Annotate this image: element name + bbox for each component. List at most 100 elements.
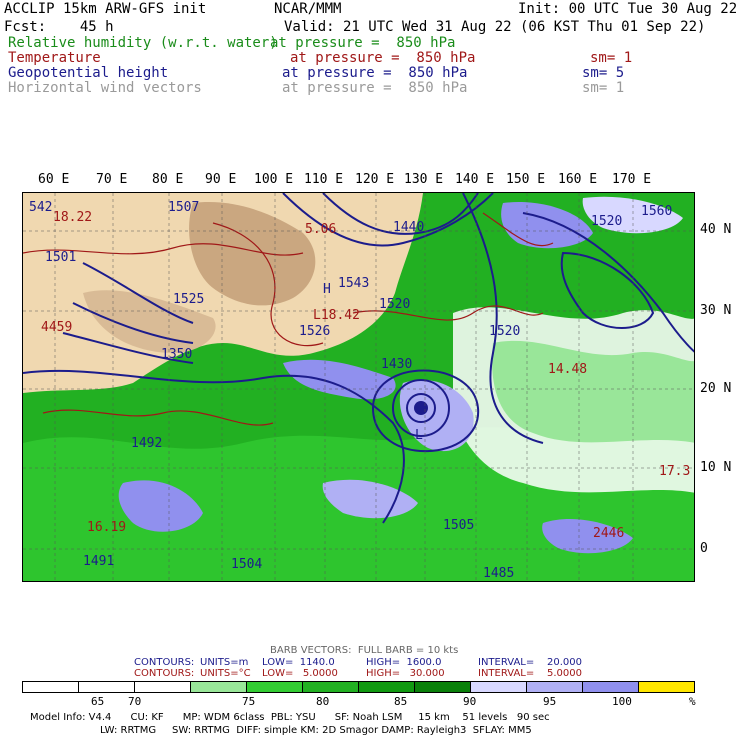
map-label-low: L	[415, 428, 423, 443]
lon-label-80e: 80 E	[152, 172, 184, 187]
contour-units-height: UNITS=m	[200, 657, 249, 668]
contour-high-temp: HIGH= 30.000	[366, 668, 445, 679]
lon-label-140e: 140 E	[455, 172, 495, 187]
field-temp-name: Temperature	[8, 50, 101, 66]
map-label: 5.06	[305, 222, 336, 237]
forecast-hour: Fcst: 45 h	[4, 19, 114, 35]
lat-label-20n: 20 N	[700, 381, 732, 396]
map-label: 1492	[131, 436, 162, 451]
field-temp-level: at pressure = 850 hPa	[290, 50, 476, 66]
colorbar-swatch	[415, 682, 471, 692]
map-label: 17.3	[659, 464, 690, 479]
field-temp-sm: sm= 1	[590, 50, 633, 66]
lon-label-120e: 120 E	[355, 172, 395, 187]
map-label: 1520	[591, 214, 622, 229]
map-label: 4459	[41, 320, 72, 335]
contour-high-height: HIGH= 1600.0	[366, 657, 442, 668]
valid-time: Valid: 21 UTC Wed 31 Aug 22 (06 KST Thu …	[284, 19, 706, 35]
field-height-name: Geopotential height	[8, 65, 169, 81]
contour-interval-temp: INTERVAL= 5.0000	[478, 668, 582, 679]
map-label: 1430	[381, 357, 412, 372]
map-label: 1440	[393, 220, 424, 235]
map-label: 18.22	[53, 210, 92, 225]
lat-label-10n: 10 N	[700, 460, 732, 475]
colorbar-swatch	[359, 682, 415, 692]
colorbar-swatch	[303, 682, 359, 692]
contour-units-temp: UNITS=°C	[200, 668, 251, 679]
lon-label-150e: 150 E	[506, 172, 546, 187]
init-time: Init: 00 UTC Tue 30 Aug 22	[518, 1, 738, 17]
map-label: 1526	[299, 324, 330, 339]
map-label: 16.19	[87, 520, 126, 535]
field-wind-name: Horizontal wind vectors	[8, 80, 202, 96]
model-title: ACCLIP 15km ARW-GFS init	[4, 1, 207, 17]
field-wind-level: at pressure = 850 hPa	[282, 80, 468, 96]
field-height-level: at pressure = 850 hPa	[282, 65, 468, 81]
colorbar-swatch	[471, 682, 527, 692]
lon-label-70e: 70 E	[96, 172, 128, 187]
map-label: 1501	[45, 250, 76, 265]
colorbar-tick: 85	[394, 695, 408, 708]
contour-label-height: CONTOURS:	[134, 657, 195, 668]
map-label: 14.48	[548, 362, 587, 377]
colorbar-tick: 90	[463, 695, 477, 708]
lat-label-40n: 40 N	[700, 222, 732, 237]
lon-label-170e: 170 E	[612, 172, 652, 187]
map-label: 1350	[161, 347, 192, 362]
map-label: L18.42	[313, 308, 360, 323]
field-rh-name: Relative humidity (w.r.t. water)	[8, 35, 278, 51]
map-label: 1543	[338, 276, 369, 291]
lat-label-0: 0	[700, 541, 708, 556]
colorbar-swatch	[583, 682, 639, 692]
colorbar-swatch	[79, 682, 135, 692]
typhoon-center	[414, 401, 428, 415]
barb-note: BARB VECTORS: FULL BARB = 10 kts	[270, 645, 459, 656]
map-label: 1504	[231, 557, 262, 572]
lon-label-110e: 110 E	[304, 172, 344, 187]
map-label: 1525	[173, 292, 204, 307]
map-label: 1505	[443, 518, 474, 533]
map-label: 1507	[168, 200, 199, 215]
map-label-high: H	[323, 282, 331, 297]
rh-colorbar	[22, 681, 695, 693]
contour-low-height: LOW= 1140.0	[262, 657, 335, 668]
colorbar-swatch	[639, 682, 694, 692]
field-height-sm: sm= 5	[582, 65, 625, 81]
colorbar-tick: 65	[91, 695, 105, 708]
lat-label-30n: 30 N	[700, 303, 732, 318]
colorbar-swatch	[23, 682, 79, 692]
map-canvas: 542 18.22 1501 1507 1525 4459 1350 5.06 …	[23, 193, 694, 581]
lon-label-60e: 60 E	[38, 172, 70, 187]
map-label: 1485	[483, 566, 514, 581]
field-rh-level: at pressure = 850 hPa	[270, 35, 456, 51]
model-info-line1: Model Info: V4.4 CU: KF MP: WDM 6class P…	[30, 712, 550, 723]
lon-label-90e: 90 E	[205, 172, 237, 187]
map-label: 1520	[379, 297, 410, 312]
colorbar-tick: 75	[242, 695, 256, 708]
map-label: 2446	[593, 526, 624, 541]
contour-label-temp: CONTOURS:	[134, 668, 195, 679]
colorbar-swatch	[191, 682, 247, 692]
rh-band-70	[492, 340, 694, 443]
map-label: 542	[29, 200, 52, 215]
colorbar-swatch	[135, 682, 191, 692]
colorbar-swatch	[527, 682, 583, 692]
colorbar-tick: 70	[128, 695, 142, 708]
lon-label-100e: 100 E	[254, 172, 294, 187]
weather-map: 542 18.22 1501 1507 1525 4459 1350 5.06 …	[22, 192, 695, 582]
model-info-line2: LW: RRTMG SW: RRTMG DIFF: simple KM: 2D …	[100, 725, 532, 736]
map-label: 1491	[83, 554, 114, 569]
colorbar-tick: 100	[612, 695, 632, 708]
colorbar-swatch	[247, 682, 303, 692]
colorbar-tick: 80	[316, 695, 330, 708]
colorbar-unit: %	[689, 695, 696, 708]
lon-label-160e: 160 E	[558, 172, 598, 187]
map-label: 1520	[489, 324, 520, 339]
contour-low-temp: LOW= 5.0000	[262, 668, 338, 679]
org-label: NCAR/MMM	[274, 1, 342, 17]
colorbar-tick: 95	[543, 695, 557, 708]
contour-interval-height: INTERVAL= 20.000	[478, 657, 582, 668]
field-wind-sm: sm= 1	[582, 80, 625, 96]
lon-label-130e: 130 E	[404, 172, 444, 187]
map-label: 1560	[641, 204, 672, 219]
